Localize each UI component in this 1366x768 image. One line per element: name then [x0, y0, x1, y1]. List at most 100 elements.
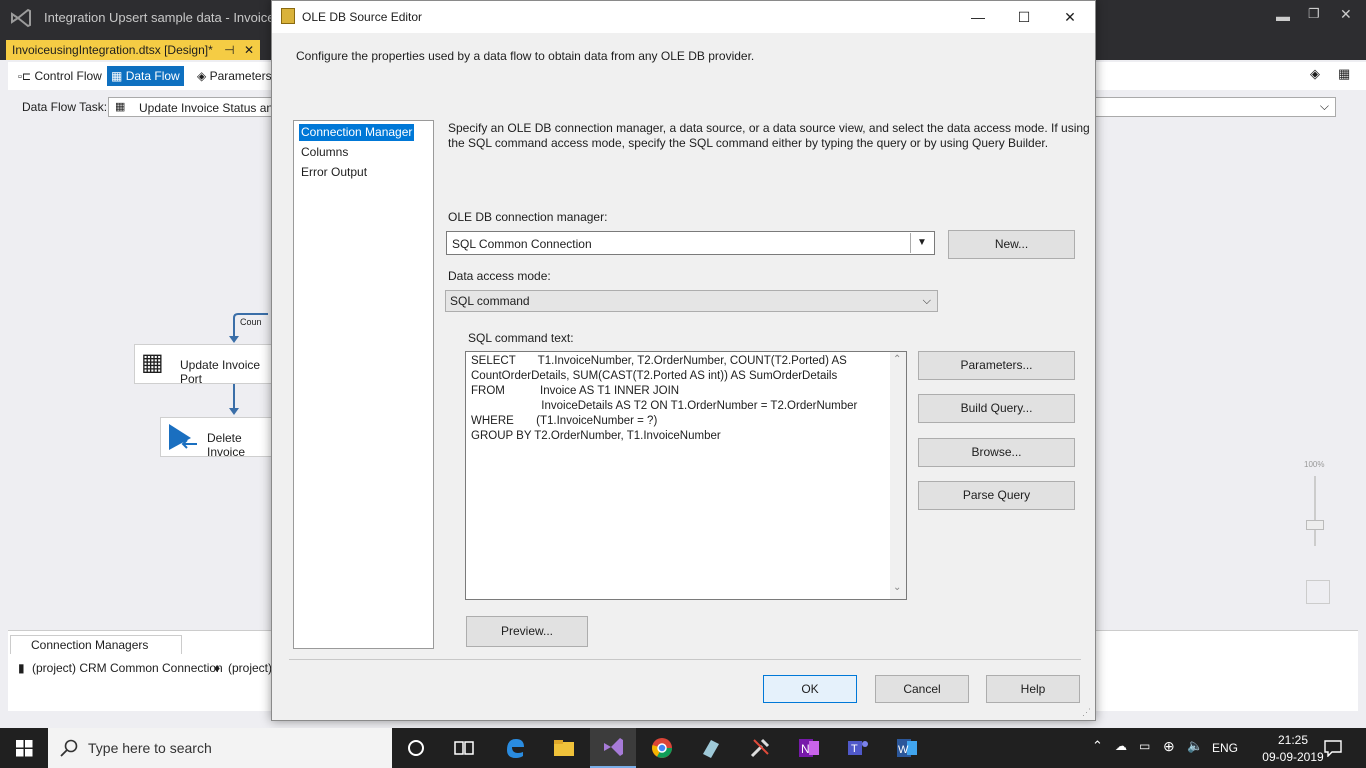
windows-start-icon[interactable]	[16, 740, 33, 757]
chevron-up-icon[interactable]: ⌃	[1092, 738, 1103, 754]
vs-window-title: Integration Upsert sample data - Invoice…	[44, 10, 292, 25]
sql-command-textarea[interactable]: SELECT T1.InvoiceNumber, T2.OrderNumber,…	[465, 351, 907, 600]
word-icon[interactable]: W	[895, 736, 919, 760]
cloud-icon[interactable]: ☁	[1115, 739, 1127, 753]
task-icon: ▦	[115, 101, 126, 113]
page-navigation: Connection Manager Columns Error Output	[293, 120, 434, 649]
task-view-icon[interactable]	[452, 736, 476, 760]
clock-time[interactable]: 21:25	[1262, 733, 1324, 747]
vs-close-icon[interactable]: ✕	[1340, 6, 1352, 23]
conn-mgr-select[interactable]: SQL Common Connection ▼	[446, 231, 935, 255]
intro-text-line2: the SQL command access mode, specify the…	[448, 136, 1049, 150]
zoom-slider-track[interactable]	[1314, 476, 1316, 546]
dropdown-arrow-icon[interactable]: ▼	[910, 233, 933, 253]
notification-icon[interactable]	[1323, 739, 1343, 757]
network-globe-icon[interactable]: ⊕	[1163, 738, 1175, 755]
pin-icon[interactable]: ⊣	[224, 43, 234, 57]
parameters-button[interactable]: Parameters...	[918, 351, 1075, 380]
tools-icon[interactable]	[748, 736, 772, 760]
nav-error-output[interactable]: Error Output	[299, 164, 369, 181]
new-button[interactable]: New...	[948, 230, 1075, 259]
chevron-down-icon[interactable]: ⌵	[1320, 99, 1329, 114]
sql-command-label: SQL command text:	[468, 331, 574, 345]
edge-browser-icon[interactable]	[503, 736, 527, 760]
connection-managers-tab[interactable]: Connection Managers	[10, 635, 182, 654]
access-mode-select[interactable]: SQL command ⌵	[445, 290, 938, 312]
canvas-node-update-invoice[interactable]: ▦ Update Invoice Port	[134, 344, 276, 386]
close-icon[interactable]: ✕	[1047, 1, 1093, 33]
vs-minimize-icon[interactable]: ▬	[1276, 8, 1290, 24]
chevron-down-icon[interactable]: ⌵	[923, 291, 931, 311]
intro-text-line1: Specify an OLE DB connection manager, a …	[448, 121, 1090, 135]
chrome-icon[interactable]	[650, 736, 674, 760]
cortana-icon[interactable]	[404, 736, 428, 760]
sql-command-text[interactable]: SELECT T1.InvoiceNumber, T2.OrderNumber,…	[471, 354, 886, 444]
scroll-down-icon[interactable]: ⌄	[893, 582, 901, 593]
battery-icon[interactable]: ▭	[1139, 739, 1150, 753]
data-flow-task-label: Data Flow Task:	[22, 100, 108, 114]
tab-data-flow[interactable]: ▦ Data Flow	[107, 66, 184, 86]
data-flow-task-value: Update Invoice Status and I	[139, 101, 287, 115]
document-tab-label: InvoiceusingIntegration.dtsx [Design]*	[12, 43, 213, 57]
build-query-button[interactable]: Build Query...	[918, 394, 1075, 423]
visual-studio-icon	[604, 738, 623, 756]
taskbar-search-box[interactable]: Type here to search	[48, 728, 392, 768]
zoom-slider-thumb[interactable]	[1306, 520, 1324, 530]
minimize-icon[interactable]: —	[955, 1, 1001, 33]
control-flow-icon: ▫⊏	[18, 71, 32, 83]
document-tab[interactable]: InvoiceusingIntegration.dtsx [Design]* ⊣…	[6, 40, 260, 60]
svg-text:W: W	[898, 744, 909, 756]
close-tab-icon[interactable]: ✕	[244, 43, 254, 57]
footer-divider	[289, 659, 1081, 660]
connection-item[interactable]: (project)	[228, 661, 272, 675]
zoom-label: 100%	[1304, 460, 1325, 469]
grid-view-icon[interactable]: ▦	[1338, 66, 1350, 82]
teams-icon[interactable]: T	[846, 736, 870, 760]
visual-studio-logo-icon	[11, 8, 31, 28]
conn-mgr-label: OLE DB connection manager:	[448, 210, 608, 224]
language-indicator[interactable]: ENG	[1212, 741, 1238, 755]
connection-item[interactable]: (project) CRM Common Connection	[32, 661, 223, 675]
cancel-button[interactable]: Cancel	[875, 675, 969, 703]
search-placeholder: Type here to search	[88, 740, 212, 756]
sql-scrollbar[interactable]: ⌃ ⌄	[890, 352, 906, 599]
dialog-description: Configure the properties used by a data …	[296, 49, 755, 63]
scroll-up-icon[interactable]: ⌃	[893, 354, 901, 365]
dialog-title: OLE DB Source Editor	[302, 10, 423, 24]
nav-connection-manager[interactable]: Connection Manager	[299, 124, 415, 141]
parse-query-button[interactable]: Parse Query	[918, 481, 1075, 510]
dialog-title-bar: OLE DB Source Editor — ☐ ✕	[272, 1, 1095, 33]
connection-icon: ▮	[18, 661, 25, 675]
preview-button[interactable]: Preview...	[466, 616, 588, 647]
tab-parameters-label: Parameters	[209, 69, 272, 83]
canvas-node-delete-invoice[interactable]: Delete Invoice	[160, 417, 276, 459]
table-icon: ▦	[141, 349, 164, 376]
help-button[interactable]: Help	[986, 675, 1080, 703]
onenote-icon[interactable]: N	[797, 736, 821, 760]
ok-button[interactable]: OK	[763, 675, 857, 703]
maximize-icon[interactable]: ☐	[1001, 1, 1047, 33]
nav-columns[interactable]: Columns	[299, 144, 350, 161]
tab-data-flow-label: Data Flow	[125, 69, 180, 83]
conn-mgr-value: SQL Common Connection	[452, 237, 592, 251]
clock-date[interactable]: 09-09-2019	[1262, 750, 1324, 764]
volume-muted-icon[interactable]: 🔈	[1187, 738, 1203, 754]
tab-control-flow[interactable]: ▫⊏ Control Flow	[14, 66, 106, 86]
browse-button[interactable]: Browse...	[918, 438, 1075, 467]
ole-db-source-editor-dialog: OLE DB Source Editor — ☐ ✕ Configure the…	[271, 0, 1096, 721]
data-flow-icon: ▦	[111, 69, 123, 83]
package-explorer-icon[interactable]: ◈	[1310, 66, 1320, 82]
sql-studio-icon[interactable]	[699, 736, 723, 760]
tab-parameters[interactable]: ◈ Parameters	[193, 66, 276, 86]
resize-grip-icon[interactable]: ⋰	[1082, 707, 1091, 718]
taskbar-active-app[interactable]	[590, 728, 636, 768]
dynamics-icon	[169, 424, 197, 450]
edge-label: Coun	[240, 317, 262, 327]
access-mode-label: Data access mode:	[448, 269, 551, 283]
parameters-icon: ◈	[197, 69, 207, 83]
node-label: Delete Invoice	[207, 431, 246, 459]
file-explorer-icon[interactable]	[552, 736, 576, 760]
vs-restore-icon[interactable]: ❐	[1308, 6, 1320, 22]
zoom-fit-icon[interactable]	[1306, 580, 1330, 604]
connection-icon: ♦	[214, 661, 221, 675]
